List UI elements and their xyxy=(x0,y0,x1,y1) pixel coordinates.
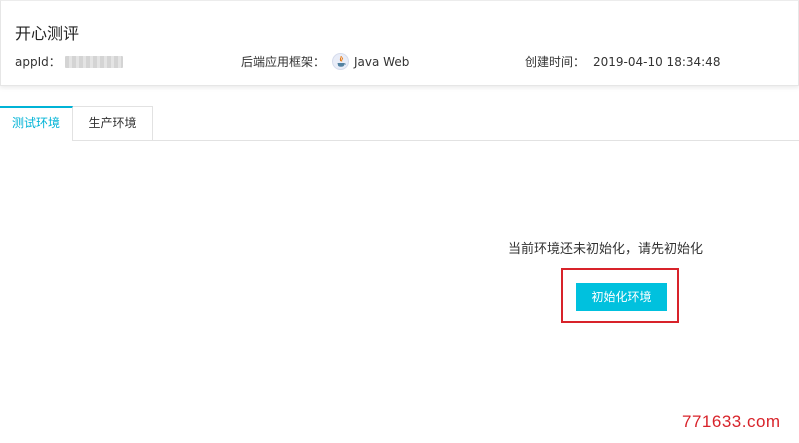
created-time-value: 2019-04-10 18:34:48 xyxy=(593,55,721,69)
not-initialized-message: 当前环境还未初始化，请先初始化 xyxy=(508,242,704,257)
tab-test-environment[interactable]: 测试环境 xyxy=(0,106,73,141)
appid-label: appId： xyxy=(15,55,61,69)
framework-label: 后端应用框架： xyxy=(241,55,326,69)
java-icon xyxy=(332,53,349,70)
initialize-environment-button[interactable]: 初始化环境 xyxy=(576,283,667,311)
app-meta-row: appId： 后端应用框架： Java Web 创建时间： 2019-04-10… xyxy=(1,53,798,71)
tab-production-environment[interactable]: 生产环境 xyxy=(73,106,153,140)
created-time-label: 创建时间： xyxy=(525,55,586,69)
framework-value: Java Web xyxy=(354,55,410,69)
environment-tabs: 测试环境 生产环境 xyxy=(0,106,799,141)
appid-value-redacted xyxy=(65,56,123,68)
watermark: 771633.com xyxy=(682,412,781,431)
app-detail-page: 开心测评 appId： 后端应用框架： Java Web 创建时间： 2019-… xyxy=(0,0,799,443)
app-info-card: 开心测评 appId： 后端应用框架： Java Web 创建时间： 2019-… xyxy=(0,0,799,86)
app-title: 开心测评 xyxy=(15,24,80,43)
